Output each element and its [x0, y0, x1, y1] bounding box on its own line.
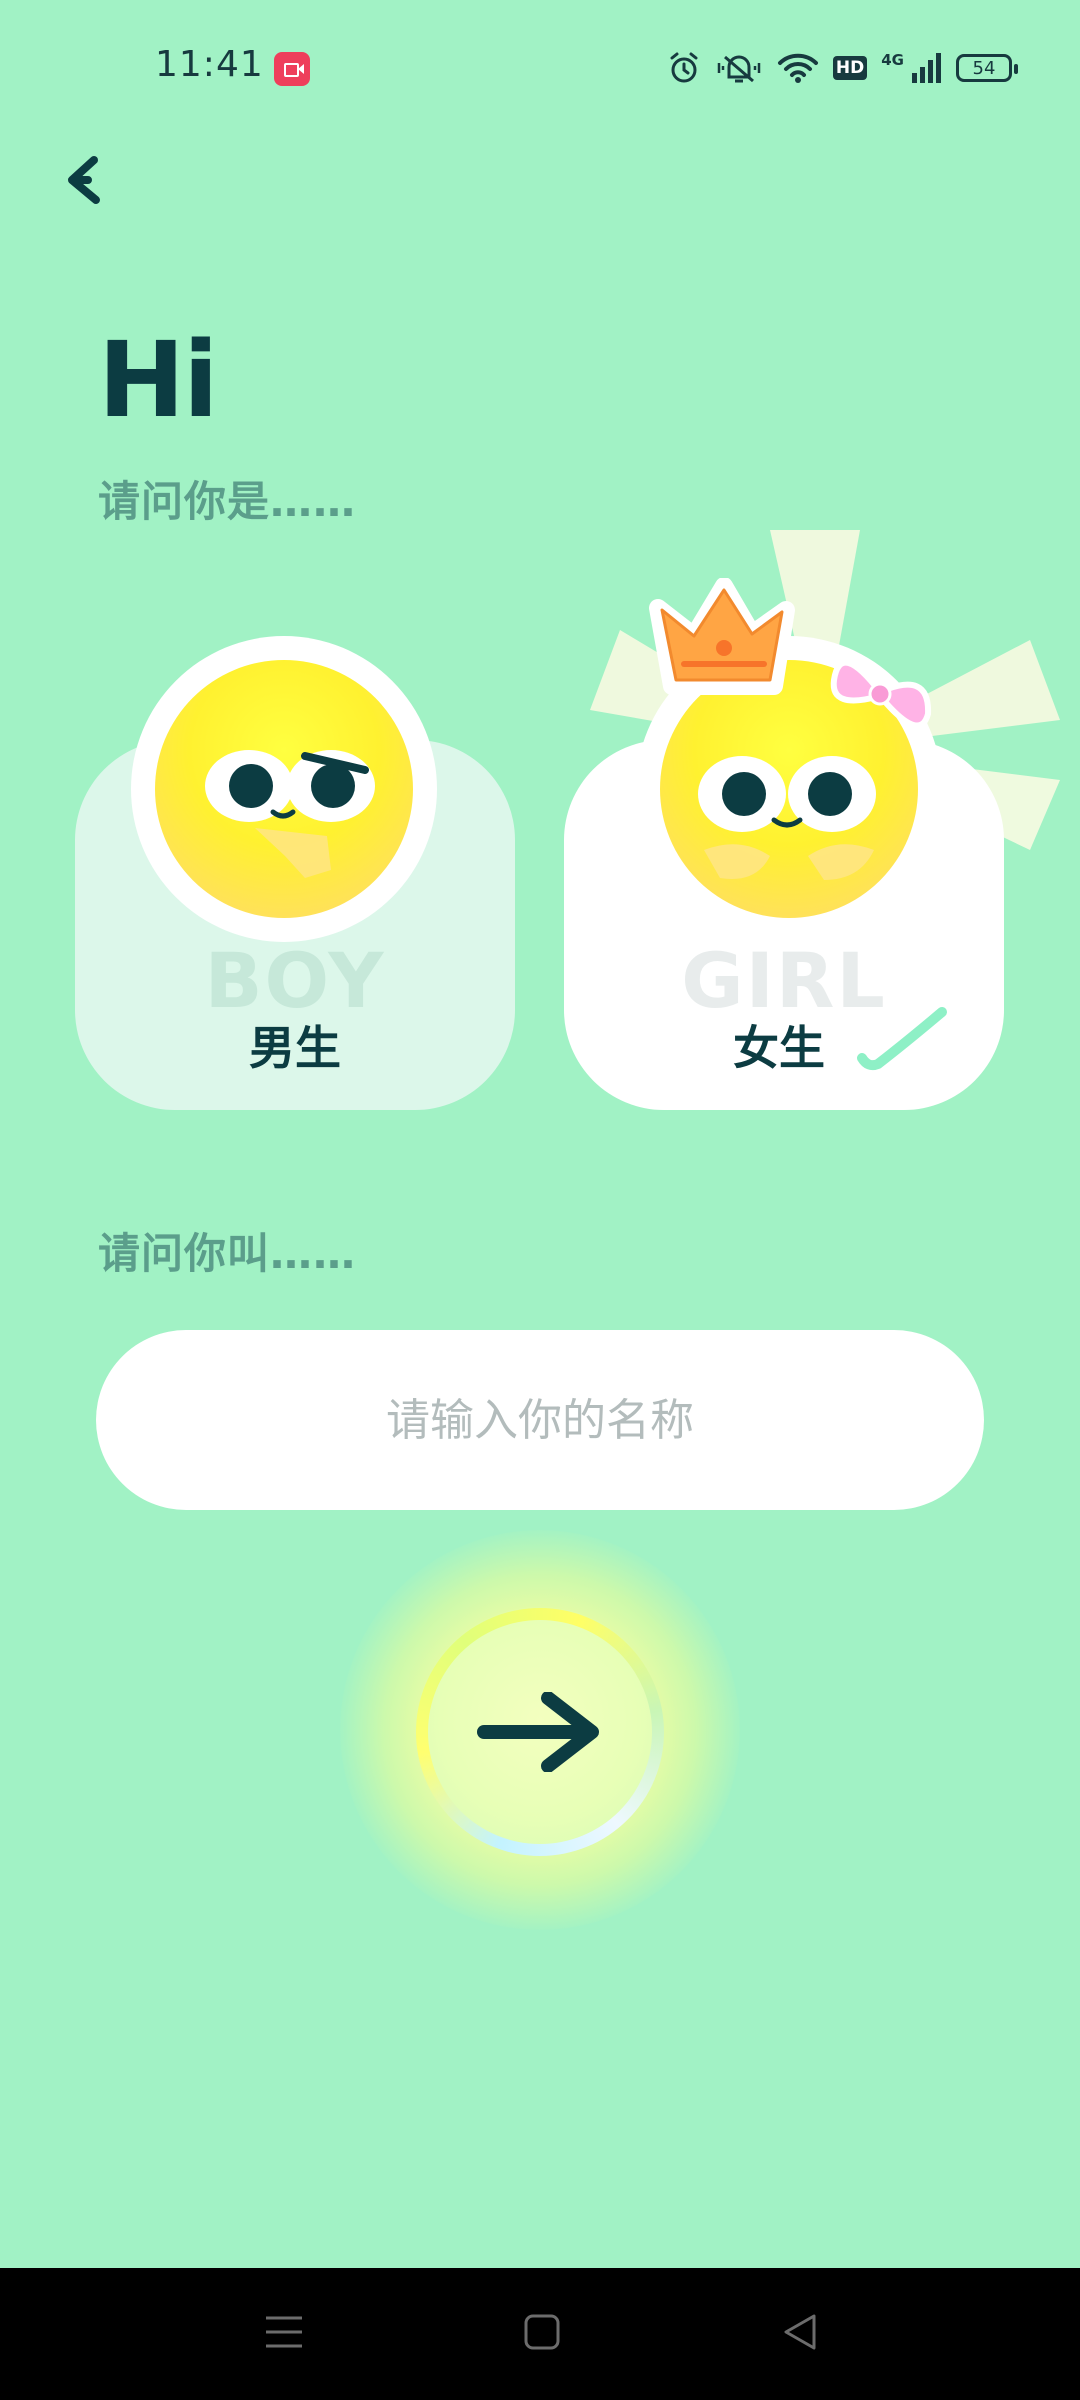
- check-icon: [857, 1007, 947, 1071]
- name-input[interactable]: [96, 1330, 984, 1510]
- hd-icon: HD: [832, 56, 868, 80]
- wifi-icon: [777, 53, 818, 83]
- mute-icon: [717, 55, 761, 83]
- name-question: 请问你叫……: [98, 1229, 357, 1278]
- network-type: 4G: [881, 51, 904, 69]
- status-time: 11:41: [155, 44, 264, 85]
- battery-level: 54: [972, 57, 996, 79]
- gender-label: 男生: [249, 1021, 341, 1075]
- alarm-icon: [670, 52, 698, 83]
- menu-icon[interactable]: [264, 2310, 304, 2354]
- page-title: Hi: [98, 319, 219, 441]
- boy-avatar: [131, 636, 437, 942]
- signal-4g-icon: [912, 53, 941, 83]
- home-icon[interactable]: [522, 2310, 562, 2354]
- back-icon: [68, 156, 100, 204]
- gender-question: 请问你是……: [98, 477, 357, 526]
- back-triangle-icon[interactable]: [780, 2310, 820, 2354]
- status-icons: HD 4G 54: [667, 46, 1018, 90]
- bow-icon: [830, 659, 932, 729]
- battery-icon: 54: [956, 54, 1018, 82]
- arrow-right-icon: [477, 1692, 599, 1772]
- system-nav-bar: [0, 2268, 1080, 2400]
- next-button[interactable]: [416, 1608, 664, 1856]
- screen-record-icon: [274, 52, 310, 86]
- crown-icon: [649, 578, 795, 695]
- back-button[interactable]: [52, 150, 124, 222]
